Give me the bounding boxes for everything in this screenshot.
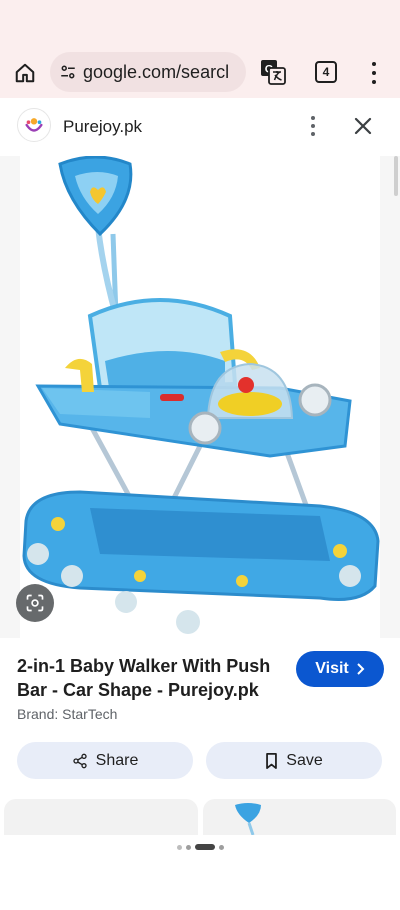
tune-icon[interactable] (59, 63, 77, 81)
menu-dot (372, 79, 376, 84)
address-bar[interactable]: google.com/searcl (50, 52, 246, 92)
bookmark-icon (266, 752, 278, 769)
visit-button[interactable]: Visit (296, 651, 384, 687)
menu-dot (311, 132, 315, 136)
browser-menu-button[interactable] (366, 60, 382, 86)
baby-walker-illustration (22, 155, 380, 634)
tab-switcher-button[interactable]: 4 (315, 61, 337, 83)
image-viewer (0, 155, 400, 638)
home-button[interactable] (12, 60, 38, 86)
brand-label: Brand: StarTech (17, 706, 118, 722)
site-logo[interactable] (17, 108, 51, 142)
site-name[interactable]: Purejoy.pk (63, 117, 142, 137)
viewer-header: Purejoy.pk (0, 98, 400, 156)
translate-button[interactable]: G (260, 59, 286, 85)
lens-icon (26, 594, 44, 612)
close-button[interactable] (352, 115, 374, 137)
share-icon (72, 753, 87, 768)
save-label: Save (286, 751, 323, 769)
translate-icon: G (261, 60, 286, 85)
result-title[interactable]: 2-in-1 Baby Walker With Push Bar - Car S… (17, 654, 287, 702)
home-icon (15, 63, 35, 83)
pager-dot (176, 844, 182, 850)
share-button[interactable]: Share (17, 742, 193, 779)
more-vert-icon (311, 116, 315, 120)
browser-toolbar: google.com/searcl G 4 (0, 46, 400, 98)
close-icon (354, 117, 372, 135)
save-button[interactable]: Save (206, 742, 382, 779)
lens-button[interactable] (16, 584, 54, 622)
purejoy-logo-icon (25, 118, 43, 132)
related-image-thumbnail[interactable] (4, 799, 198, 835)
pager-dot (185, 844, 191, 850)
visit-label: Visit (315, 660, 349, 677)
pager-dot-active (194, 844, 215, 850)
viewer-more-button[interactable] (305, 114, 321, 138)
product-image[interactable] (20, 155, 380, 638)
walker-thumbnail-icon (235, 803, 261, 835)
url-text: google.com/searcl (83, 61, 230, 82)
more-vert-icon (372, 62, 376, 67)
related-image-thumbnail[interactable] (203, 799, 396, 835)
pager-dot (218, 844, 224, 850)
share-label: Share (95, 751, 139, 769)
chevron-right-icon (357, 663, 365, 675)
menu-dot (372, 70, 376, 75)
image-scrollbar[interactable] (394, 156, 398, 196)
status-bar (0, 0, 400, 46)
carousel-pager (0, 838, 400, 856)
page: google.com/searcl G 4 Purejoy. (0, 0, 400, 910)
menu-dot (311, 124, 315, 128)
